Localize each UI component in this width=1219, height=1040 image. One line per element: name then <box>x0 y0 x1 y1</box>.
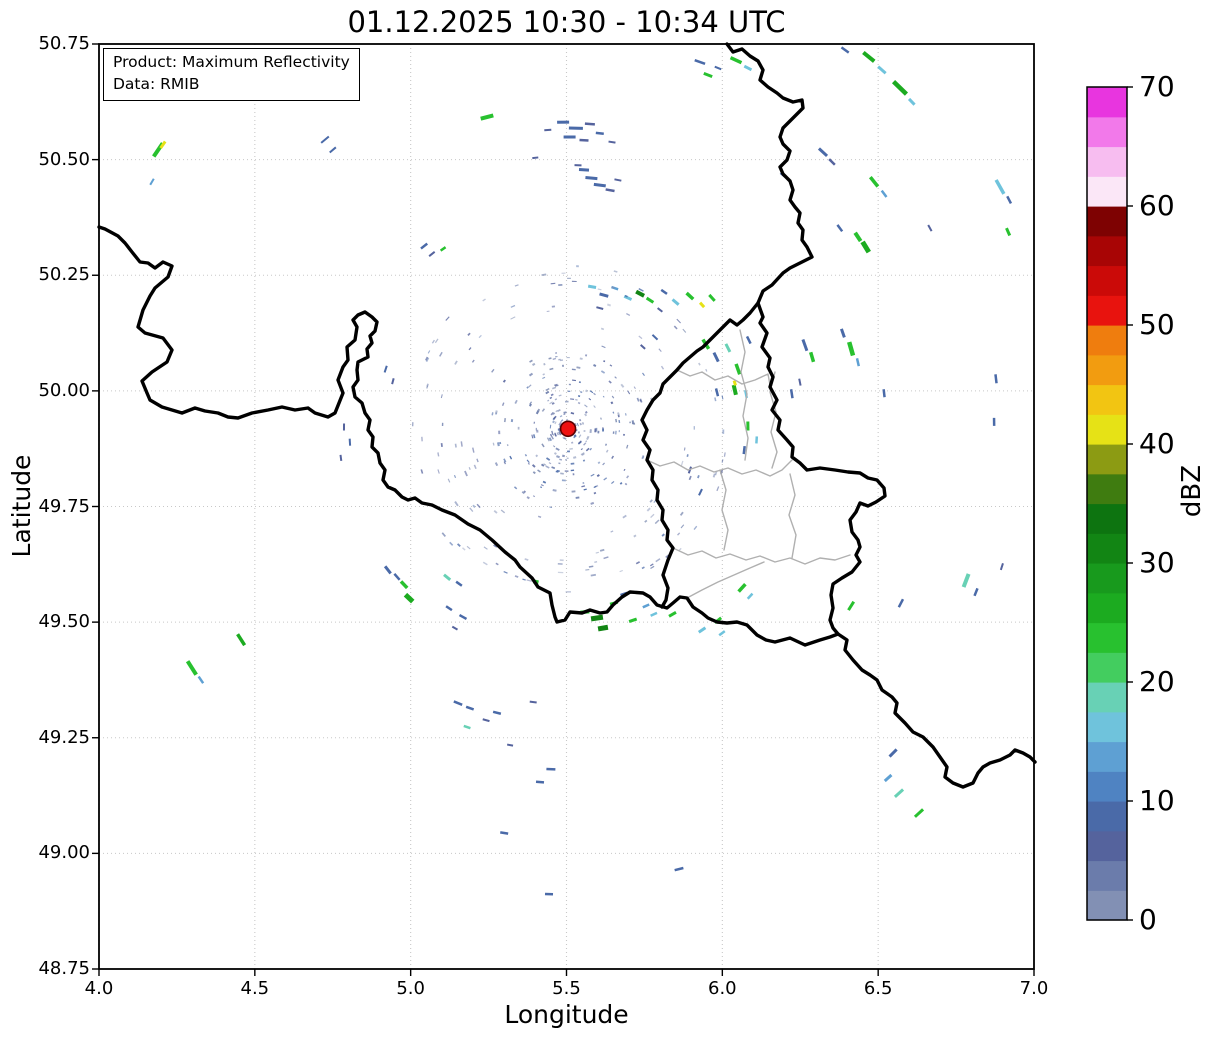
axis-tick-marks <box>92 44 1034 976</box>
colorbar-label: dBZ <box>1177 391 1207 591</box>
colorbar-tick-label: 20 <box>1139 665 1175 698</box>
data-source-line: Data: RMIB <box>113 74 350 96</box>
colorbar-tick-label: 60 <box>1139 189 1175 222</box>
country-borders <box>99 44 1035 787</box>
radar-site-marker <box>561 421 576 436</box>
x-tick-label: 4.0 <box>69 978 129 999</box>
y-tick-label: 50.50 <box>28 149 90 170</box>
colorbar-tick-label: 10 <box>1139 784 1175 817</box>
colorbar-tick-label: 70 <box>1139 70 1175 103</box>
grid-lines <box>99 44 1034 969</box>
radar-echoes <box>149 46 1012 895</box>
y-tick-label: 49.25 <box>28 727 90 748</box>
colorbar-tick-label: 40 <box>1139 427 1175 460</box>
x-tick-label: 6.5 <box>848 978 908 999</box>
colorbar-tick-label: 50 <box>1139 308 1175 341</box>
x-tick-label: 5.0 <box>381 978 441 999</box>
x-tick-label: 5.5 <box>537 978 597 999</box>
colorbar-tick-label: 0 <box>1139 903 1157 936</box>
colorbar-tick-label: 30 <box>1139 546 1175 579</box>
product-line: Product: Maximum Reflectivity <box>113 52 350 74</box>
y-tick-label: 50.25 <box>28 264 90 285</box>
y-tick-label: 49.50 <box>28 611 90 632</box>
x-tick-label: 4.5 <box>225 978 285 999</box>
x-axis-label: Longitude <box>99 1000 1034 1029</box>
x-tick-label: 7.0 <box>1004 978 1064 999</box>
map-canvas <box>0 0 1219 1040</box>
colorbar <box>1087 87 1133 921</box>
y-tick-label: 49.75 <box>28 496 90 517</box>
y-tick-label: 50.75 <box>28 33 90 54</box>
x-tick-label: 6.0 <box>692 978 752 999</box>
y-tick-label: 48.75 <box>28 958 90 979</box>
y-tick-label: 49.00 <box>28 842 90 863</box>
page-title: 01.12.2025 10:30 - 10:34 UTC <box>99 5 1034 39</box>
y-tick-label: 50.00 <box>28 380 90 401</box>
radar-map-page: { "title": "01.12.2025 10:30 - 10:34 UTC… <box>0 0 1219 1040</box>
product-info-box: Product: Maximum Reflectivity Data: RMIB <box>103 48 360 101</box>
